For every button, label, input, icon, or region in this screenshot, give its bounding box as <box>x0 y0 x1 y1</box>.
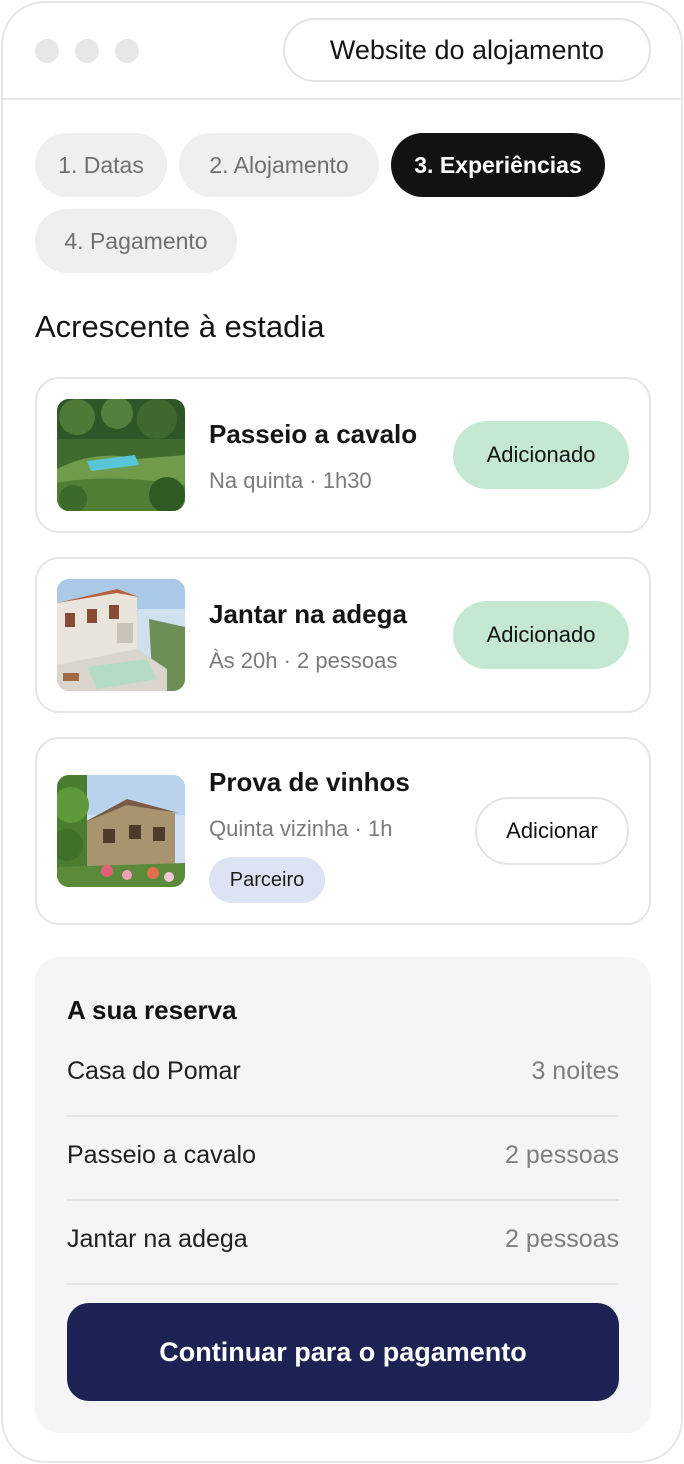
experience-image <box>57 579 185 691</box>
step-pagamento[interactable]: 4. Pagamento <box>35 209 237 273</box>
step-alojamento[interactable]: 2. Alojamento <box>179 133 379 197</box>
experience-title: Passeio a cavalo <box>209 419 418 449</box>
experience-card: Passeio a cavalo Na quinta · 1h30 Adicio… <box>35 377 651 533</box>
continue-to-payment-button[interactable]: Continuar para o pagamento <box>67 1303 619 1401</box>
summary-title: A sua reserva <box>67 995 237 1025</box>
step-experiencias[interactable]: 3. Experiências <box>391 133 605 197</box>
browser-window: Website do alojamento 1. Datas 2. Alojam… <box>1 1 683 1463</box>
summary-row-value: 3 noites <box>531 1057 619 1085</box>
experience-subtitle: Às 20h · 2 pessoas <box>209 648 398 673</box>
added-button[interactable]: Adicionado <box>453 601 629 669</box>
experience-card: Jantar na adega Às 20h · 2 pessoas Adici… <box>35 557 651 713</box>
summary-row: Jantar na adega 2 pessoas <box>67 1201 619 1285</box>
experience-image <box>57 775 185 887</box>
add-button[interactable]: Adicionar <box>475 797 629 865</box>
experience-title: Jantar na adega <box>209 599 407 629</box>
experience-subtitle: Na quinta · 1h30 <box>209 468 372 493</box>
summary-row-value: 2 pessoas <box>505 1141 619 1169</box>
summary-row-label: Passeio a cavalo <box>67 1141 257 1169</box>
summary-row-value: 2 pessoas <box>505 1225 619 1253</box>
step-datas[interactable]: 1. Datas <box>35 133 167 197</box>
experience-card: Prova de vinhos Quinta vizinha · 1h Parc… <box>35 737 651 925</box>
experience-image <box>57 399 185 511</box>
summary-row-label: Casa do Pomar <box>67 1057 241 1085</box>
summary-row-label: Jantar na adega <box>67 1225 248 1253</box>
added-button[interactable]: Adicionado <box>453 421 629 489</box>
website-button[interactable]: Website do alojamento <box>283 18 651 82</box>
window-dot-icon <box>115 39 139 63</box>
window-dot-icon <box>75 39 99 63</box>
summary-row: Passeio a cavalo 2 pessoas <box>67 1117 619 1201</box>
experience-title: Prova de vinhos <box>209 767 410 797</box>
window-dot-icon <box>35 39 59 63</box>
summary-row: Casa do Pomar 3 noites <box>67 1033 619 1117</box>
section-title: Acrescente à estadia <box>35 309 325 344</box>
window-titlebar: Website do alojamento <box>3 3 681 100</box>
partner-badge: Parceiro <box>209 857 325 903</box>
booking-summary: A sua reserva Casa do Pomar 3 noites Pas… <box>35 957 651 1433</box>
experience-subtitle: Quinta vizinha · 1h <box>209 816 393 841</box>
